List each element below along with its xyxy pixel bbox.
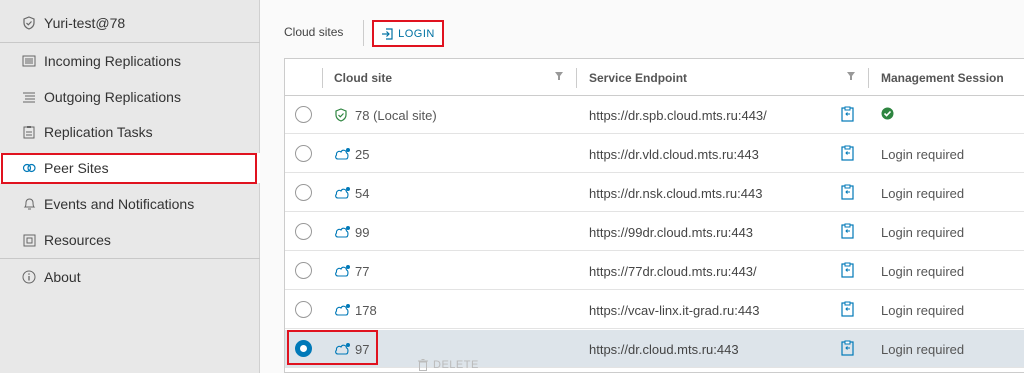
service-endpoint-cell: https://dr.spb.cloud.mts.ru:443/ [589, 107, 767, 123]
table-row[interactable]: 178 https://vcav-linx.it-grad.ru:443 Log… [285, 291, 1024, 329]
cloud-icon [334, 147, 351, 161]
service-endpoint-cell: https://77dr.cloud.mts.ru:443/ [589, 263, 757, 279]
cloud-site-label: 54 [355, 185, 370, 201]
cloud-site-label: 25 [355, 146, 370, 162]
row-select-radio[interactable] [295, 223, 312, 240]
column-divider [322, 68, 323, 88]
column-header-management-session[interactable]: Management Session [881, 59, 1004, 96]
copy-icon[interactable] [841, 340, 855, 359]
cloud-site-cell: 78 (Local site) [334, 96, 437, 134]
management-session-cell: Login required [881, 263, 965, 279]
column-header-service-endpoint[interactable]: Service Endpoint [589, 59, 687, 96]
table-header: Cloud site Service Endpoint Management S… [285, 59, 1024, 96]
management-session-cell: Login required [881, 302, 965, 318]
filter-icon[interactable] [847, 72, 855, 82]
management-session-cell: Login required [881, 224, 965, 240]
table-row[interactable]: 99 https://99dr.cloud.mts.ru:443 Login r… [285, 213, 1024, 251]
cloud-site-cell: 54 [334, 174, 369, 212]
sidebar-item-label: Incoming Replications [44, 53, 181, 69]
sidebar: Yuri-test@78 Incoming Replications Outgo… [0, 0, 260, 373]
site-title: Yuri-test@78 [0, 8, 260, 38]
resources-icon [22, 233, 36, 247]
sidebar-item-outgoing-replications[interactable]: Outgoing Replications [0, 82, 260, 112]
cloud-site-cell: 25 [334, 135, 369, 173]
highlight-peer-sites [1, 153, 257, 184]
list-icon [22, 90, 36, 104]
toolbar-divider [363, 20, 364, 46]
cloud-icon [334, 186, 351, 200]
table-row[interactable]: 54 https://dr.nsk.cloud.mts.ru:443 Login… [285, 174, 1024, 212]
copy-icon[interactable] [841, 145, 855, 164]
service-endpoint-cell: https://dr.vld.cloud.mts.ru:443 [589, 146, 759, 162]
cloud-site-cell: 99 [334, 213, 369, 251]
table-row-selected[interactable]: 97 https://dr.cloud.mts.ru:443 Login req… [285, 330, 1024, 368]
cloud-site-cell: 178 [334, 291, 377, 329]
table-row[interactable]: 25 https://dr.vld.cloud.mts.ru:443 Login… [285, 135, 1024, 173]
column-divider [868, 68, 869, 88]
sidebar-item-label: Outgoing Replications [44, 89, 181, 105]
copy-icon[interactable] [841, 106, 855, 125]
service-endpoint-cell: https://99dr.cloud.mts.ru:443 [589, 224, 754, 240]
login-button-label: LOGIN [398, 27, 435, 40]
sidebar-item-resources[interactable]: Resources [0, 225, 260, 255]
site-title-label: Yuri-test@78 [44, 15, 126, 31]
cloud-icon [334, 264, 351, 278]
service-endpoint-cell: https://dr.nsk.cloud.mts.ru:443 [589, 185, 763, 201]
management-session-cell: Login required [881, 146, 965, 162]
divider [0, 42, 260, 43]
trash-icon [418, 359, 428, 371]
copy-icon[interactable] [841, 301, 855, 320]
copy-icon[interactable] [841, 184, 855, 203]
management-session-cell: Login required [881, 341, 965, 357]
delete-button[interactable]: DELETE [418, 359, 479, 371]
divider [0, 258, 260, 259]
service-endpoint-cell: https://vcav-linx.it-grad.ru:443 [589, 302, 760, 318]
shield-check-icon [22, 16, 36, 30]
status-ok-icon [881, 107, 894, 123]
cloud-site-label: 99 [355, 224, 370, 240]
copy-icon[interactable] [841, 262, 855, 281]
highlight-selected-row [287, 330, 378, 365]
delete-button-label: DELETE [433, 359, 479, 371]
toolbar-title: Cloud sites [284, 25, 344, 39]
list-icon [22, 54, 36, 68]
login-icon [381, 27, 393, 40]
sidebar-item-about[interactable]: About [0, 262, 260, 292]
column-divider [576, 68, 577, 88]
cloud-site-label: 178 [355, 302, 377, 318]
management-session-cell: Login required [881, 185, 965, 201]
bell-icon [22, 197, 36, 211]
shield-check-icon [334, 108, 351, 122]
copy-icon[interactable] [841, 223, 855, 242]
info-icon [22, 270, 36, 284]
service-endpoint-cell: https://dr.cloud.mts.ru:443 [589, 341, 739, 357]
management-session-cell [881, 96, 894, 134]
table-row[interactable]: 78 (Local site) https://dr.spb.cloud.mts… [285, 96, 1024, 134]
sidebar-item-label: Resources [44, 232, 111, 248]
cloud-site-label: 77 [355, 263, 370, 279]
row-select-radio[interactable] [295, 262, 312, 279]
cloud-sites-table: Cloud site Service Endpoint Management S… [284, 58, 1024, 373]
filter-icon[interactable] [555, 72, 563, 82]
cloud-site-label: 78 (Local site) [355, 107, 437, 123]
sidebar-item-label: Replication Tasks [44, 124, 153, 140]
cloud-site-cell: 77 [334, 252, 369, 290]
clipboard-icon [22, 125, 36, 139]
row-select-radio[interactable] [295, 106, 312, 123]
main-content: Cloud sites LOGIN Cloud site Service End… [260, 0, 1024, 373]
row-select-radio[interactable] [295, 145, 312, 162]
login-button[interactable]: LOGIN [372, 20, 444, 47]
table-row[interactable]: 77 https://77dr.cloud.mts.ru:443/ Login … [285, 252, 1024, 290]
column-header-cloud-site[interactable]: Cloud site [334, 59, 392, 96]
sidebar-item-replication-tasks[interactable]: Replication Tasks [0, 117, 260, 147]
sidebar-item-incoming-replications[interactable]: Incoming Replications [0, 46, 260, 76]
row-select-radio[interactable] [295, 301, 312, 318]
sidebar-item-events-and-notifications[interactable]: Events and Notifications [0, 189, 260, 219]
sidebar-item-label: Events and Notifications [44, 196, 195, 212]
row-select-radio[interactable] [295, 184, 312, 201]
cloud-icon [334, 225, 351, 239]
cloud-icon [334, 303, 351, 317]
sidebar-item-label: About [44, 269, 81, 285]
